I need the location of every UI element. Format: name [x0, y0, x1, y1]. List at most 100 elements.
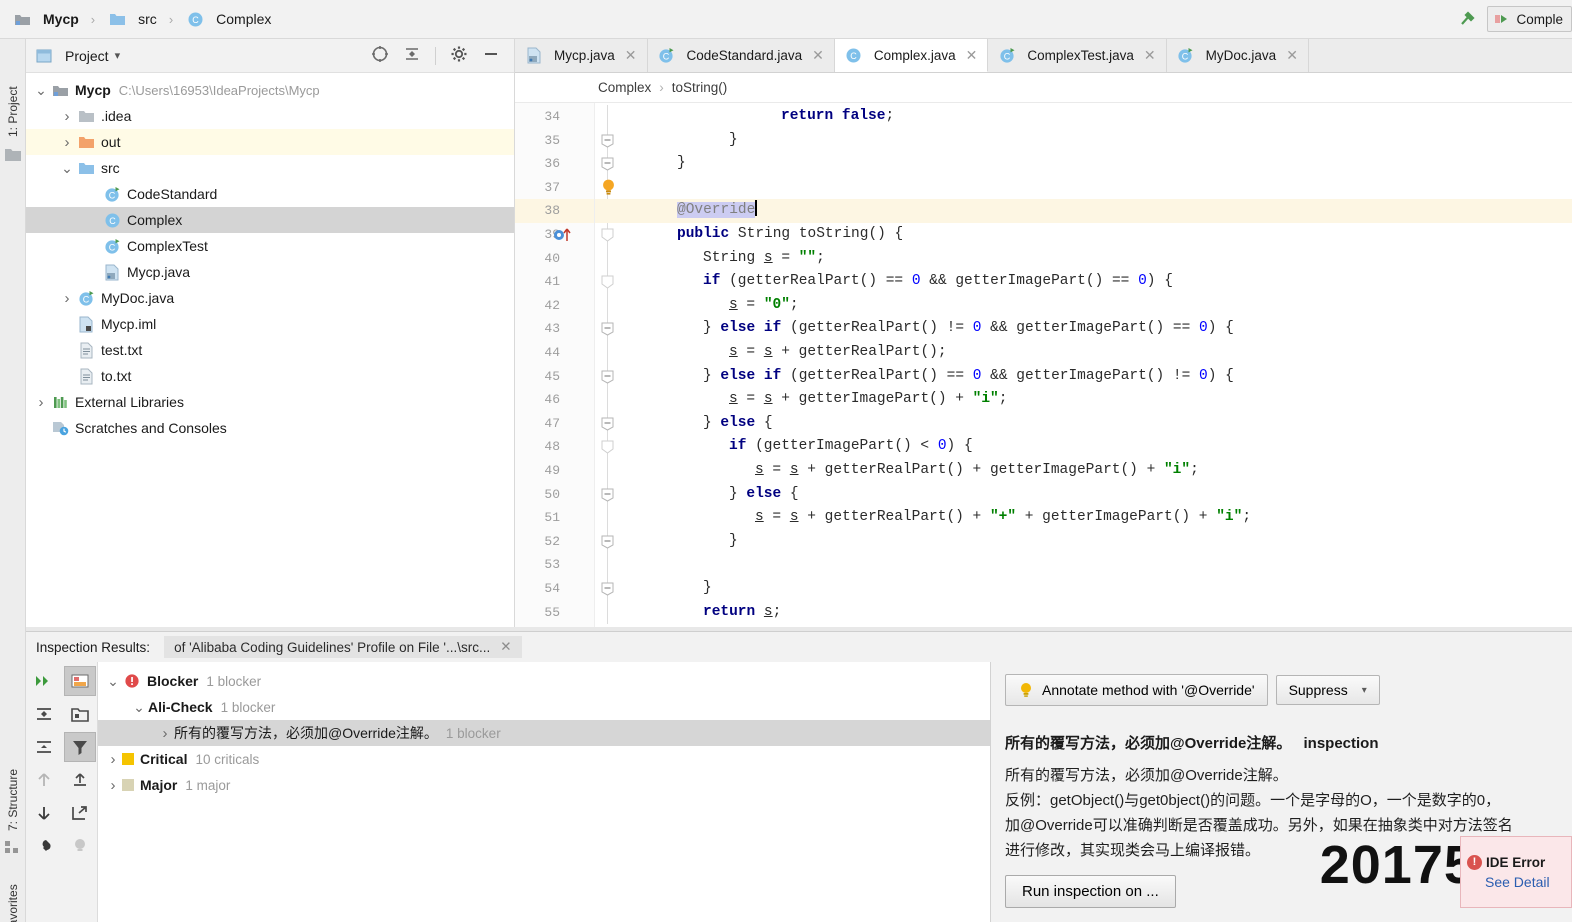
see-details-link[interactable]: See Detail — [1485, 874, 1571, 890]
inspection-tree-row[interactable]: › Critical 10 criticals — [98, 746, 990, 772]
hide-panel-icon[interactable] — [482, 45, 500, 66]
quick-fix-bulb-icon[interactable] — [64, 831, 96, 861]
code-fold-toggle[interactable] — [601, 228, 614, 245]
tree-expand-arrow[interactable]: › — [58, 134, 76, 151]
code-line[interactable]: @Override — [677, 199, 758, 223]
breadcrumb-item-src[interactable]: src — [138, 11, 157, 27]
tree-expand-arrow[interactable]: › — [104, 751, 122, 768]
code-line[interactable]: s = s + getterImagePart() + "i"; — [729, 388, 1007, 412]
code-line[interactable]: s = s + getterRealPart() + "+" + getterI… — [755, 506, 1251, 530]
project-tree-row[interactable]: C ComplexTest — [26, 233, 514, 259]
inspection-tree-row[interactable]: ⌄ Blocker 1 blocker — [98, 668, 990, 694]
project-tree-row[interactable]: Scratches and Consoles — [26, 415, 514, 441]
project-tree-row[interactable]: › External Libraries — [26, 389, 514, 415]
collapse-all-icon[interactable] — [28, 732, 60, 762]
editor-tab[interactable]: C Complex.java ✕ — [834, 39, 989, 72]
editor-tab[interactable]: C MyDoc.java ✕ — [1166, 39, 1309, 72]
gear-icon[interactable] — [450, 45, 468, 66]
chevron-down-icon[interactable]: ▾ — [115, 49, 121, 62]
project-tree-row[interactable]: C Complex — [26, 207, 514, 233]
expand-all-icon[interactable] — [28, 666, 60, 696]
breadcrumb-item-class[interactable]: Complex — [216, 11, 271, 27]
locate-icon[interactable] — [371, 45, 389, 66]
next-occurrence-icon[interactable] — [28, 798, 60, 828]
editor-breadcrumb-method[interactable]: toString() — [672, 80, 728, 95]
group-by-severity-icon[interactable] — [64, 666, 96, 696]
code-line[interactable]: } — [703, 577, 712, 601]
tree-expand-arrow[interactable]: › — [104, 777, 122, 794]
tree-collapse-arrow[interactable]: ⌄ — [58, 161, 76, 175]
project-tree-row[interactable]: › out — [26, 129, 514, 155]
annotate-method-button[interactable]: Annotate method with '@Override' — [1005, 674, 1268, 706]
close-icon[interactable]: ✕ — [625, 47, 637, 64]
close-icon[interactable]: ✕ — [1144, 47, 1156, 64]
code-line[interactable]: } — [729, 129, 738, 153]
project-tree-row[interactable]: ⌄ Mycp C:\Users\16953\IdeaProjects\Mycp — [26, 77, 514, 103]
code-fold-toggle[interactable] — [601, 417, 614, 434]
tree-expand-arrow[interactable]: › — [156, 725, 174, 742]
code-fold-toggle[interactable] — [601, 157, 614, 174]
sidebar-tab-favorites[interactable]: 2: Favorites — [0, 839, 26, 922]
code-fold-toggle[interactable] — [601, 488, 614, 505]
code-line[interactable]: } else { — [729, 483, 799, 507]
sidebar-tab-structure[interactable]: 7: Structure — [0, 715, 26, 835]
code-line[interactable]: if (getterImagePart() < 0) { — [729, 435, 973, 459]
inspection-profile-tab[interactable]: of 'Alibaba Coding Guidelines' Profile o… — [164, 636, 522, 658]
editor-fold-column[interactable] — [595, 103, 621, 631]
project-tree-row[interactable]: ⌄ src — [26, 155, 514, 181]
close-icon[interactable]: ✕ — [500, 639, 511, 655]
sidebar-tab-project[interactable]: 1: Project — [0, 45, 26, 141]
project-window-icon[interactable] — [4, 147, 22, 165]
project-tree-row[interactable]: Mycp.iml — [26, 311, 514, 337]
code-line[interactable]: public String toString() { — [677, 223, 903, 247]
inspection-tree-row[interactable]: › Major 1 major — [98, 772, 990, 798]
close-icon[interactable]: ✕ — [966, 47, 978, 64]
project-panel-title[interactable]: Project — [65, 48, 109, 64]
chevron-down-icon[interactable]: ▾ — [1362, 685, 1367, 696]
code-line[interactable]: } — [677, 152, 686, 176]
inspection-tree[interactable]: ⌄ Blocker 1 blocker ⌄ Ali-Check 1 blocker › 所有的… — [98, 662, 991, 922]
editor-tab[interactable]: Mycp.java ✕ — [515, 39, 648, 72]
collapse-to-level-icon[interactable] — [28, 699, 60, 729]
code-line[interactable]: } else { — [703, 412, 773, 436]
run-inspection-button[interactable]: Run inspection on ... — [1005, 875, 1176, 908]
tree-collapse-arrow[interactable]: ⌄ — [32, 83, 50, 97]
tree-expand-arrow[interactable]: › — [58, 290, 76, 307]
project-tree-row[interactable]: › C MyDoc.java — [26, 285, 514, 311]
code-line[interactable]: } — [729, 530, 738, 554]
code-editor[interactable]: 34 35 36 37 38 39 40 41 42 43 44 45 46 47 48 49 50 51 52 53… — [515, 103, 1572, 631]
build-hammer-icon[interactable] — [1457, 8, 1479, 30]
code-line[interactable]: if (getterRealPart() == 0 && getterImage… — [703, 270, 1173, 294]
settings-wrench-icon[interactable] — [28, 831, 60, 861]
tree-expand-arrow[interactable]: › — [58, 108, 76, 125]
code-line[interactable]: s = s + getterRealPart(); — [729, 341, 947, 365]
code-line[interactable]: } else if (getterRealPart() == 0 && gett… — [703, 365, 1234, 389]
code-line[interactable]: return false; — [781, 105, 894, 129]
editor-tab[interactable]: C CodeStandard.java ✕ — [647, 39, 835, 72]
previous-occurrence-icon[interactable] — [28, 765, 60, 795]
project-tree-row[interactable]: to.txt — [26, 363, 514, 389]
inspection-tree-row[interactable]: ⌄ Ali-Check 1 blocker — [98, 694, 990, 720]
export-icon[interactable] — [64, 765, 96, 795]
code-line[interactable]: s = s + getterRealPart() + getterImagePa… — [755, 459, 1199, 483]
code-line[interactable]: return s; — [703, 601, 781, 625]
editor-code-column[interactable]: return false;}} @Override public String to… — [621, 103, 1572, 631]
close-icon[interactable]: ✕ — [812, 47, 824, 64]
ide-error-notification[interactable]: ! IDE Error See Detail — [1460, 836, 1572, 908]
suppress-button[interactable]: Suppress ▾ — [1275, 675, 1380, 705]
code-fold-toggle[interactable] — [601, 134, 614, 151]
code-line[interactable]: String s = ""; — [703, 247, 825, 271]
editor-gutter[interactable]: 34 35 36 37 38 39 40 41 42 43 44 45 46 47 48 49 50 51 52 53… — [515, 103, 595, 631]
open-in-new-window-icon[interactable] — [64, 798, 96, 828]
editor-tab[interactable]: C ComplexTest.java ✕ — [988, 39, 1167, 72]
project-tree-row[interactable]: C CodeStandard — [26, 181, 514, 207]
code-fold-toggle[interactable] — [601, 535, 614, 552]
group-by-directory-icon[interactable] — [64, 699, 96, 729]
intention-bulb-icon[interactable] — [600, 178, 617, 201]
code-fold-toggle[interactable] — [601, 275, 614, 292]
tree-collapse-arrow[interactable]: ⌄ — [130, 700, 148, 714]
project-tree-row[interactable]: test.txt — [26, 337, 514, 363]
override-marker-icon[interactable] — [553, 227, 573, 246]
code-line[interactable]: } else if (getterRealPart() != 0 && gett… — [703, 317, 1234, 341]
editor-breadcrumb-class[interactable]: Complex — [598, 80, 651, 95]
